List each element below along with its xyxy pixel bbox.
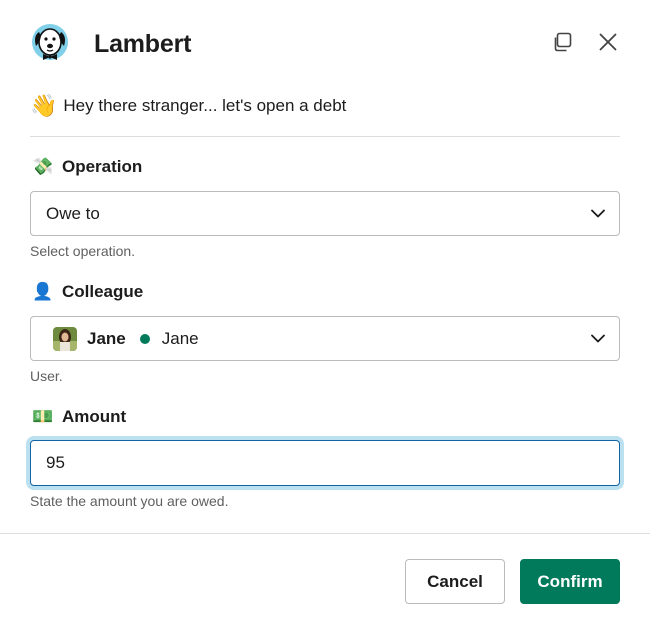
waving-hand-icon: 👋 <box>30 93 58 118</box>
open-in-window-button[interactable] <box>550 30 574 54</box>
confirm-button[interactable]: Confirm <box>520 559 620 604</box>
chevron-down-icon <box>591 334 605 342</box>
colleague-hint: User. <box>30 368 63 384</box>
amount-label: 💵 Amount <box>30 405 126 429</box>
modal-dialog: Lambert 👋 Hey there stranger... let's op… <box>0 0 650 629</box>
presence-active-icon <box>139 333 150 344</box>
footer-divider <box>0 533 650 534</box>
greeting-text: Hey there stranger... let's open a debt <box>63 96 347 115</box>
amount-input[interactable] <box>30 440 620 486</box>
colleague-label: 👤 Colleague <box>30 280 143 304</box>
header-actions <box>550 30 620 54</box>
chevron-down-icon <box>591 209 605 217</box>
greeting: 👋 Hey there stranger... let's open a deb… <box>30 95 346 117</box>
money-with-wings-icon: 💸 <box>32 157 54 176</box>
colleague-display-name: Jane <box>161 328 199 348</box>
modal-header: Lambert <box>30 18 620 70</box>
operation-label: 💸 Operation <box>30 155 142 179</box>
colleague-label-text: Colleague <box>62 282 144 301</box>
operation-select[interactable]: Owe to <box>30 191 620 236</box>
user-silhouette-icon: 👤 <box>32 282 54 301</box>
amount-hint: State the amount you are owed. <box>30 493 229 509</box>
dollar-banknote-icon: 💵 <box>32 407 54 426</box>
operation-label-text: Operation <box>62 157 143 176</box>
operation-hint: Select operation. <box>30 243 136 259</box>
close-button[interactable] <box>596 30 620 54</box>
copy-window-icon <box>554 32 572 52</box>
colleague-name: Jane <box>87 328 126 348</box>
colleague-select[interactable]: Jane Jane <box>30 316 620 361</box>
dog-mascot-icon <box>32 24 68 60</box>
close-icon <box>599 33 617 51</box>
cancel-button[interactable]: Cancel <box>405 559 505 604</box>
operation-selected-value: Owe to <box>46 203 100 223</box>
amount-label-text: Amount <box>62 407 127 426</box>
app-title: Lambert <box>94 29 192 58</box>
avatar <box>53 326 77 351</box>
divider <box>30 136 620 137</box>
